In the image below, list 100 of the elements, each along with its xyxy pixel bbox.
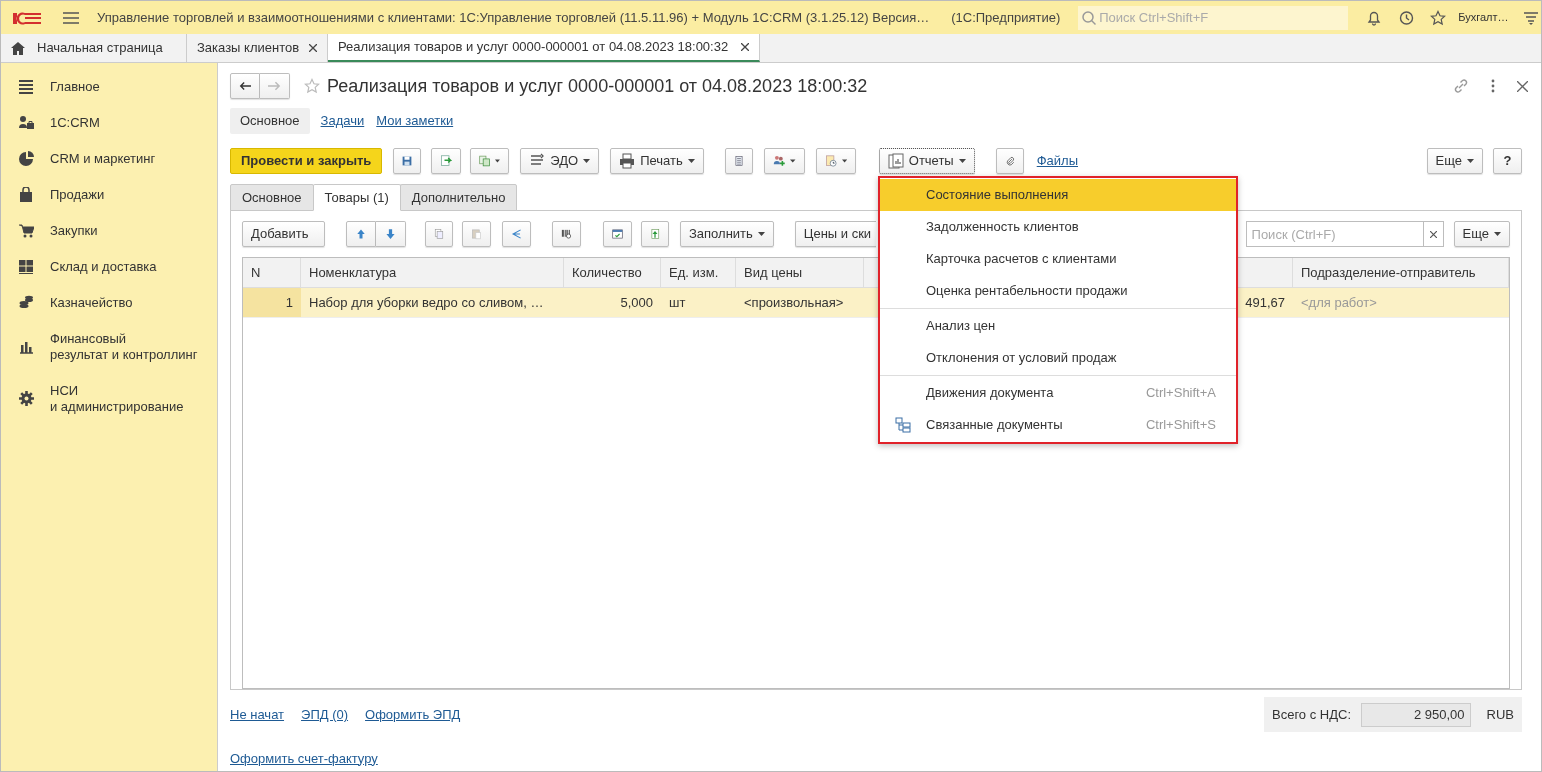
- logo-icon: [11, 9, 43, 26]
- menu-item[interactable]: Задолженность клиентов: [880, 211, 1236, 243]
- down-arrow-icon: [384, 226, 397, 242]
- calendar-check-button[interactable]: [603, 221, 632, 247]
- bar-chart-icon: [19, 339, 34, 355]
- up-arrow-button[interactable]: [346, 221, 376, 247]
- back-arrow-icon: [239, 81, 251, 91]
- files-link[interactable]: Файлы: [1036, 151, 1078, 171]
- sidebar-item[interactable]: CRM и маркетинг: [50, 151, 156, 167]
- gear-icon: [19, 391, 34, 407]
- calendar-check-icon: [612, 226, 623, 242]
- menu-item[interactable]: Состояние выполнения: [880, 179, 1236, 211]
- split-button[interactable]: [502, 221, 531, 247]
- printer-icon: [619, 153, 636, 169]
- menu-item[interactable]: Анализ цен: [880, 310, 1236, 342]
- reports-button[interactable]: Отчеты: [878, 148, 975, 174]
- table-cell-text: шт: [669, 293, 686, 312]
- app-title: Управление торговлей и взаимоотношениями с клиентами: 1С:Управление торговлей (11.5.11.96) + Модуль 1С:CRM (3.1.25.12) Версия…: [97, 8, 930, 27]
- home-icon: [11, 41, 25, 55]
- document-title: Реализация товаров и услуг 0000-000001 от 04.08.2023 18:00:32: [327, 74, 868, 98]
- column-header: Количество: [564, 258, 661, 287]
- table-cell-text: Набор для уборки ведро со сливом, …: [309, 293, 544, 312]
- people-plus-icon: [772, 153, 786, 169]
- list-icon: [19, 79, 34, 95]
- link-icon: [1453, 78, 1469, 94]
- pie-chart-icon: [19, 151, 34, 167]
- table-cell-text: 491,67: [1245, 293, 1285, 312]
- documents-button[interactable]: [470, 148, 510, 174]
- list-document-button[interactable]: [724, 148, 753, 174]
- status-link[interactable]: ЭПД (0): [301, 705, 349, 725]
- prices-button[interactable]: Цены и ски: [794, 221, 876, 247]
- page-tab[interactable]: Товары (1): [312, 184, 401, 211]
- search-icon: [1081, 9, 1098, 26]
- floppy-disk-button[interactable]: [393, 148, 422, 174]
- sidebar-item[interactable]: Продажи: [50, 187, 105, 203]
- invoice-link[interactable]: Оформить счет-фактуру: [230, 748, 461, 768]
- settings-menu-icon: [1522, 10, 1539, 25]
- table-cell-text: 5,000: [620, 293, 653, 312]
- caret-icon: [757, 232, 765, 236]
- menu-item[interactable]: Движения документа Ctrl+Shift+A: [880, 377, 1236, 409]
- page-tab[interactable]: Основное: [230, 184, 314, 211]
- view-tab[interactable]: Задачи: [319, 108, 366, 134]
- more-button[interactable]: Еще: [1426, 148, 1483, 174]
- forward-arrow-icon: [268, 81, 281, 91]
- grid-icon: [19, 259, 34, 275]
- documents-icon: [479, 153, 491, 169]
- help-button[interactable]: ?: [1493, 148, 1522, 174]
- caret-icon: [790, 159, 796, 163]
- down-arrow-button[interactable]: [376, 221, 406, 247]
- view-tab[interactable]: Мои заметки: [375, 108, 455, 134]
- people-plus-button[interactable]: [763, 148, 805, 174]
- menu-item[interactable]: Оценка рентабельности продажи: [880, 275, 1236, 307]
- sidebar-item[interactable]: Финансовый результат и контроллинг: [50, 331, 198, 363]
- copy-button[interactable]: [425, 221, 453, 247]
- back-button[interactable]: [230, 73, 260, 99]
- paperclip-button[interactable]: [995, 148, 1024, 174]
- paste-button[interactable]: [462, 221, 491, 247]
- edo-button[interactable]: ЭДО: [520, 148, 600, 174]
- table-more-button[interactable]: Еще: [1453, 221, 1510, 247]
- fill-button[interactable]: Заполнить: [680, 221, 774, 247]
- caret-icon: [687, 159, 695, 163]
- sidebar-item[interactable]: Закупки: [50, 223, 98, 239]
- post-and-close-button[interactable]: Провести и закрыть: [230, 148, 383, 174]
- clear-search-button[interactable]: [1423, 221, 1444, 247]
- document-arrow-button[interactable]: [431, 148, 462, 174]
- page-tab[interactable]: Дополнительно: [399, 184, 518, 211]
- status-link[interactable]: Оформить ЭПД: [365, 705, 461, 725]
- sidebar-item[interactable]: НСИ и администрирование: [50, 383, 184, 415]
- sidebar-item[interactable]: Склад и доставка: [50, 259, 157, 275]
- paste-icon: [471, 226, 482, 242]
- user-name[interactable]: Бухгалт…: [1458, 9, 1509, 26]
- sidebar-item[interactable]: 1С:CRM: [50, 115, 100, 131]
- table-search-field[interactable]: Поиск (Ctrl+F): [1245, 221, 1424, 247]
- view-tab[interactable]: Основное: [230, 108, 310, 134]
- menu-item[interactable]: Связанные документы Ctrl+Shift+S: [880, 409, 1236, 441]
- bell-icon: [1366, 9, 1383, 26]
- print-button[interactable]: Печать: [610, 148, 704, 174]
- caret-icon: [583, 159, 591, 163]
- cart-icon: [19, 223, 34, 239]
- window-tab[interactable]: Реализация товаров и услуг 0000-000001 от 04.08.2023 18:00:32: [328, 34, 760, 62]
- caret-icon: [1467, 159, 1474, 163]
- sidebar-item[interactable]: Казначейство: [50, 295, 133, 311]
- caret-icon: [1494, 232, 1501, 236]
- star-icon: [1430, 9, 1447, 26]
- document-up-button[interactable]: [641, 221, 669, 247]
- status-link[interactable]: Не начат: [230, 705, 285, 725]
- barcode-button[interactable]: [552, 221, 581, 247]
- menu-item[interactable]: Отклонения от условий продаж: [880, 342, 1236, 374]
- menu-icon: [63, 10, 79, 25]
- sidebar-item[interactable]: Главное: [50, 79, 100, 95]
- column-header: N: [243, 258, 301, 287]
- menu-item[interactable]: Карточка расчетов с клиентами: [880, 243, 1236, 275]
- platform-label: (1С:Предприятие): [951, 8, 1061, 27]
- document-clock-button[interactable]: [815, 148, 856, 174]
- table-cell-text: <для работ>: [1301, 293, 1377, 312]
- report-icon: [887, 153, 904, 169]
- column-header: Вид цены: [736, 258, 864, 287]
- add-button[interactable]: Добавить: [242, 221, 325, 247]
- bag-icon: [19, 187, 34, 203]
- shortcut-label: Ctrl+Shift+A: [1145, 384, 1216, 403]
